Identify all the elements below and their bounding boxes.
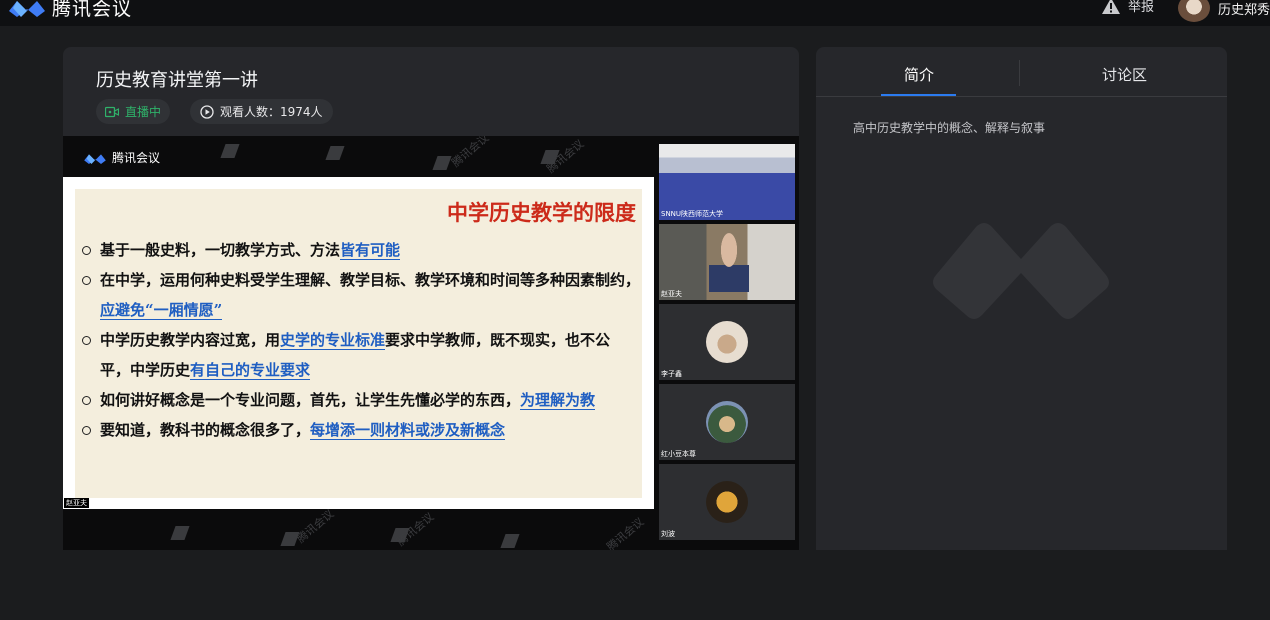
participant-tile[interactable]: 红小豆本尊 [659,384,795,460]
tencent-meeting-logo-icon [84,153,106,164]
participant-tile[interactable]: 李子鑫 [659,304,795,380]
slide-bullet: 中学历史教学内容过宽，用史学的专业标准要求中学教师，既不现实，也不公平，中学历史… [80,325,640,385]
bullet-text: 中学历史教学内容过宽，用 [100,331,281,349]
watermark-mark [170,526,190,540]
page-title: 历史教育讲堂第一讲 [96,70,258,91]
intro-description: 高中历史教学中的概念、解释与叙事 [853,121,1046,135]
participant-video [709,232,749,292]
watermark-text: 腾讯会议 [449,136,492,170]
bullet-highlight: 应避免“一厢情愿” [100,301,223,320]
bullet-text: 基于一般史料，一切教学方式、方法 [100,241,341,259]
live-label: 直播中 [125,105,162,119]
participant-tile[interactable]: 刘波 [659,464,795,540]
viewers-count: 观看人数：1974人 [220,105,323,119]
participant-name: SNNU陕西师范大学 [661,210,724,218]
watermark-text: 腾讯会议 [604,515,647,550]
bullet-highlight: 史学的专业标准 [280,331,386,350]
avatar [706,321,748,363]
avatar [706,401,748,443]
slide-title: 中学历史教学的限度 [447,200,636,225]
tabs-divider [816,96,1227,97]
bullet-highlight: 为理解为教 [520,391,596,410]
watermark-mark [500,534,520,548]
tab-discussion[interactable]: 讨论区 [1102,64,1147,85]
tencent-meeting-watermark-icon [933,223,1109,319]
participant-tile[interactable]: SNNU陕西师范大学 [659,144,795,220]
slide-bullet: 如何讲好概念是一个专业问题，首先，让学生先懂必学的东西，为理解为教 [80,385,640,415]
report-button[interactable]: 举报 [1102,0,1154,15]
top-bar: 腾讯会议 举报 历史郑秀 [0,0,1270,26]
bullet-highlight: 每增添一则材料或涉及新概念 [310,421,506,440]
participant-name: 赵亚夫 [661,290,682,298]
tab-divider [1019,60,1020,86]
shared-screen-brand: 腾讯会议 [83,149,160,166]
warning-icon [1102,0,1120,14]
participant-name: 红小豆本尊 [661,450,696,458]
slide-bullet-list: 基于一般史料，一切教学方式、方法皆有可能 在中学，运用何种史料受学生理解、教学目… [80,235,640,445]
speaker-label: 赵亚夫 [64,498,89,508]
video-camera-icon [105,106,119,117]
watermark-mark [325,146,345,160]
bullet-highlight: 有自己的专业要求 [190,361,311,380]
bullet-highlight: 皆有可能 [340,241,401,260]
user-name: 历史郑秀 [1218,2,1270,18]
live-stream-panel: 历史教育讲堂第一讲 直播中 观看人数：1974人 腾讯会议 腾讯会议 腾讯会议 … [63,47,799,550]
avatar[interactable] [1178,0,1210,22]
slide-bullet: 基于一般史料，一切教学方式、方法皆有可能 [80,235,640,265]
shared-screen-brand-name: 腾讯会议 [112,151,161,165]
user-menu[interactable]: 历史郑秀 [1178,0,1270,22]
bullet-text: 要知道，教科书的概念很多了， [100,421,311,439]
participant-name: 刘波 [661,530,675,538]
video-player[interactable]: 腾讯会议 腾讯会议 腾讯会议 腾讯会议 腾讯会议 腾讯会议 中学历史教学的限度 … [63,136,799,550]
viewers-badge: 观看人数：1974人 [190,99,333,124]
tab-intro[interactable]: 简介 [904,64,934,85]
bullet-text: 如何讲好概念是一个专业问题，首先，让学生先懂必学的东西， [100,391,521,409]
brand: 腾讯会议 [8,0,132,20]
brand-name: 腾讯会议 [52,0,133,20]
slide-bullet: 在中学，运用何种史料受学生理解、教学目标、教学环境和时间等多种因素制约， 应避免“… [80,265,640,325]
slide-content: 中学历史教学的限度 基于一般史料，一切教学方式、方法皆有可能 在中学，运用何种史… [75,189,642,498]
avatar [706,481,748,523]
tencent-meeting-logo-icon [9,1,45,17]
slide-bullet: 要知道，教科书的概念很多了，每增添一则材料或涉及新概念 [80,415,640,445]
participant-list: SNNU陕西师范大学 赵亚夫 李子鑫 红小豆本尊 刘波 [659,144,795,544]
watermark-text: 腾讯会议 [294,507,337,546]
report-label: 举报 [1128,0,1155,15]
live-status-badge: 直播中 [96,99,171,124]
play-circle-icon [200,104,214,119]
bullet-text: 在中学，运用何种史料受学生理解、教学目标、教学环境和时间等多种因素制约， [100,271,641,289]
shared-slide: 中学历史教学的限度 基于一般史料，一切教学方式、方法皆有可能 在中学，运用何种史… [63,177,654,509]
participant-name: 李子鑫 [661,370,682,378]
info-sidebar: 简介 讨论区 高中历史教学中的概念、解释与叙事 [816,47,1227,550]
watermark-mark [220,144,240,158]
participant-tile[interactable]: 赵亚夫 [659,224,795,300]
